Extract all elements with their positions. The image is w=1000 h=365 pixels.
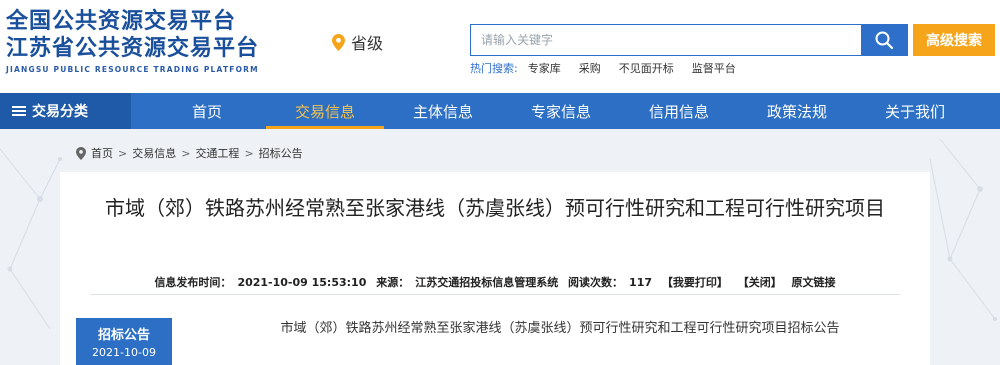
breadcrumb-trading-info[interactable]: 交易信息 bbox=[132, 145, 176, 161]
breadcrumb-home[interactable]: 首页 bbox=[91, 145, 113, 161]
breadcrumb-separator: > bbox=[244, 146, 254, 160]
breadcrumb-separator: > bbox=[181, 146, 191, 160]
site-header: 全国公共资源交易平台 江苏省公共资源交易平台 JIANGSU PUBLIC RE… bbox=[0, 0, 1000, 93]
nav-item-home[interactable]: 首页 bbox=[148, 93, 266, 129]
article-meta: 信息发布时间： 2021-10-09 15:53:10 来源： 江苏交通招投标信息管… bbox=[60, 274, 930, 290]
main-nav: 交易分类 首页 交易信息 主体信息 专家信息 信用信息 政策法规 关于我们 bbox=[0, 93, 1000, 129]
nav-item-trading-info[interactable]: 交易信息 bbox=[266, 93, 384, 129]
hot-search-item[interactable]: 采购 bbox=[579, 60, 601, 76]
category-label: 交易分类 bbox=[32, 104, 88, 120]
original-link[interactable]: 原文链接 bbox=[792, 276, 836, 289]
print-link[interactable]: 【我要打印】 bbox=[662, 276, 728, 289]
breadcrumb: 首页 > 交易信息 > 交通工程 > 招标公告 bbox=[76, 145, 303, 161]
hot-search-item[interactable]: 不见面开标 bbox=[619, 60, 674, 76]
hot-search-item[interactable]: 专家库 bbox=[528, 60, 561, 76]
nav-item-entity-info[interactable]: 主体信息 bbox=[384, 93, 502, 129]
search-icon bbox=[875, 31, 894, 50]
breadcrumb-separator: > bbox=[118, 146, 128, 160]
document-title: 市域（郊）铁路苏州经常熟至张家港线（苏虞张线）预可行性研究和工程可行性研究项目招… bbox=[280, 321, 840, 336]
hot-search-item[interactable]: 监督平台 bbox=[692, 60, 736, 76]
view-count: 117 bbox=[629, 276, 653, 289]
logo-english: JIANGSU PUBLIC RESOURCE TRADING PLATFORM bbox=[6, 65, 259, 74]
breadcrumb-traffic-engineering[interactable]: 交通工程 bbox=[195, 145, 239, 161]
nav-item-credit-info[interactable]: 信用信息 bbox=[620, 93, 738, 129]
notice-tag: 招标公告 2021-10-09 bbox=[76, 318, 172, 365]
location-pin-icon bbox=[332, 33, 345, 51]
article-card: 市域（郊）铁路苏州经常熟至张家港线（苏虞张线）预可行性研究和工程可行性研究项目 … bbox=[60, 172, 930, 365]
close-link[interactable]: 【关闭】 bbox=[738, 276, 782, 289]
article-title: 市域（郊）铁路苏州经常熟至张家港线（苏虞张线）预可行性研究和工程可行性研究项目 bbox=[105, 196, 885, 220]
category-menu-button[interactable]: 交易分类 bbox=[0, 93, 131, 129]
search-box bbox=[470, 24, 908, 56]
breadcrumb-pin-icon bbox=[76, 146, 86, 160]
breadcrumb-tender-notice[interactable]: 招标公告 bbox=[259, 145, 303, 161]
search-input[interactable] bbox=[471, 25, 861, 55]
hot-search-label: 热门搜索: bbox=[470, 62, 518, 75]
region-label: 省级 bbox=[351, 34, 384, 53]
nav-item-about[interactable]: 关于我们 bbox=[856, 93, 974, 129]
notice-tag-title: 招标公告 bbox=[97, 328, 150, 343]
advanced-search-button[interactable]: 高级搜索 bbox=[913, 24, 995, 56]
nav-item-policy[interactable]: 政策法规 bbox=[738, 93, 856, 129]
hot-searches: 热门搜索: 专家库 采购 不见面开标 监督平台 bbox=[470, 60, 754, 76]
publish-time-label: 信息发布时间： bbox=[154, 276, 232, 289]
source-label: 来源： bbox=[376, 276, 410, 289]
logo-line2: 江苏省公共资源交易平台 bbox=[6, 36, 260, 61]
menu-icon bbox=[12, 104, 26, 118]
views-label: 阅读次数： bbox=[568, 276, 624, 289]
divider bbox=[90, 294, 900, 295]
publish-time: 2021-10-09 15:53:10 bbox=[237, 276, 367, 289]
region-selector[interactable]: 省级 bbox=[332, 30, 383, 54]
search-button[interactable] bbox=[861, 25, 907, 55]
logo-line1: 全国公共资源交易平台 bbox=[6, 9, 237, 34]
notice-tag-date: 2021-10-09 bbox=[92, 346, 156, 359]
source: 江苏交通招投标信息管理系统 bbox=[415, 276, 559, 289]
nav-item-expert-info[interactable]: 专家信息 bbox=[502, 93, 620, 129]
site-logo[interactable]: 全国公共资源交易平台 江苏省公共资源交易平台 JIANGSU PUBLIC RE… bbox=[6, 8, 259, 74]
